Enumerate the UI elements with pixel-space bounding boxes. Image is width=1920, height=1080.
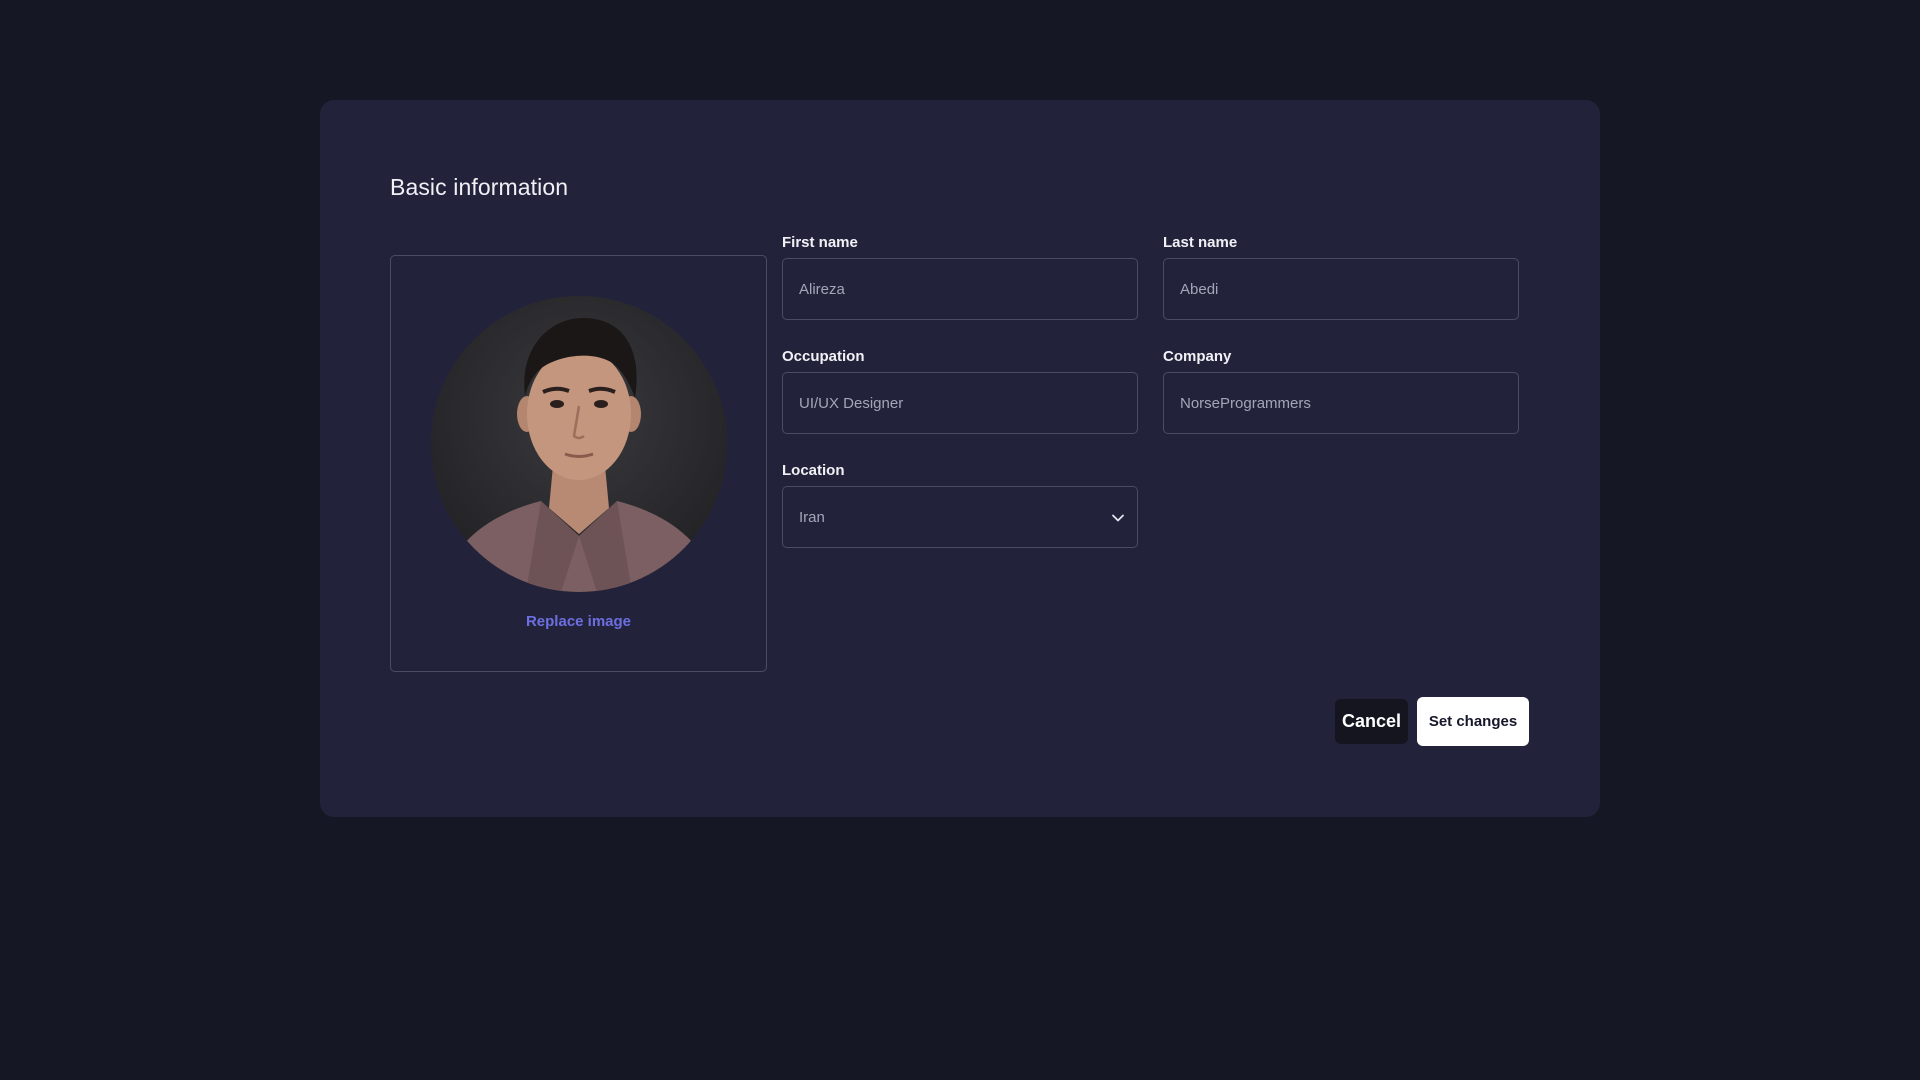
- company-label: Company: [1163, 348, 1232, 365]
- company-input[interactable]: [1163, 372, 1519, 434]
- first-name-label: First name: [782, 234, 858, 251]
- set-changes-button[interactable]: Set changes: [1417, 697, 1529, 746]
- page-title: Basic information: [390, 174, 569, 200]
- avatar: [431, 296, 727, 592]
- profile-photo-panel: Replace image: [390, 255, 767, 672]
- avatar-portrait: [431, 296, 727, 592]
- basic-information-card: Basic information Replace image First na…: [320, 100, 1600, 817]
- company-group: Company: [1163, 348, 1519, 434]
- location-selected-value: Iran: [799, 509, 825, 526]
- replace-image-link[interactable]: Replace image: [391, 613, 766, 630]
- first-name-group: First name: [782, 234, 1138, 320]
- occupation-label: Occupation: [782, 348, 865, 365]
- location-label: Location: [782, 462, 845, 479]
- last-name-group: Last name: [1163, 234, 1519, 320]
- first-name-input[interactable]: [782, 258, 1138, 320]
- occupation-input[interactable]: [782, 372, 1138, 434]
- last-name-label: Last name: [1163, 234, 1238, 251]
- location-group: Location Iran: [782, 462, 1138, 548]
- location-select[interactable]: Iran: [782, 486, 1138, 548]
- cancel-button[interactable]: Cancel: [1335, 699, 1408, 744]
- occupation-group: Occupation: [782, 348, 1138, 434]
- last-name-input[interactable]: [1163, 258, 1519, 320]
- chevron-down-icon: [1112, 514, 1124, 522]
